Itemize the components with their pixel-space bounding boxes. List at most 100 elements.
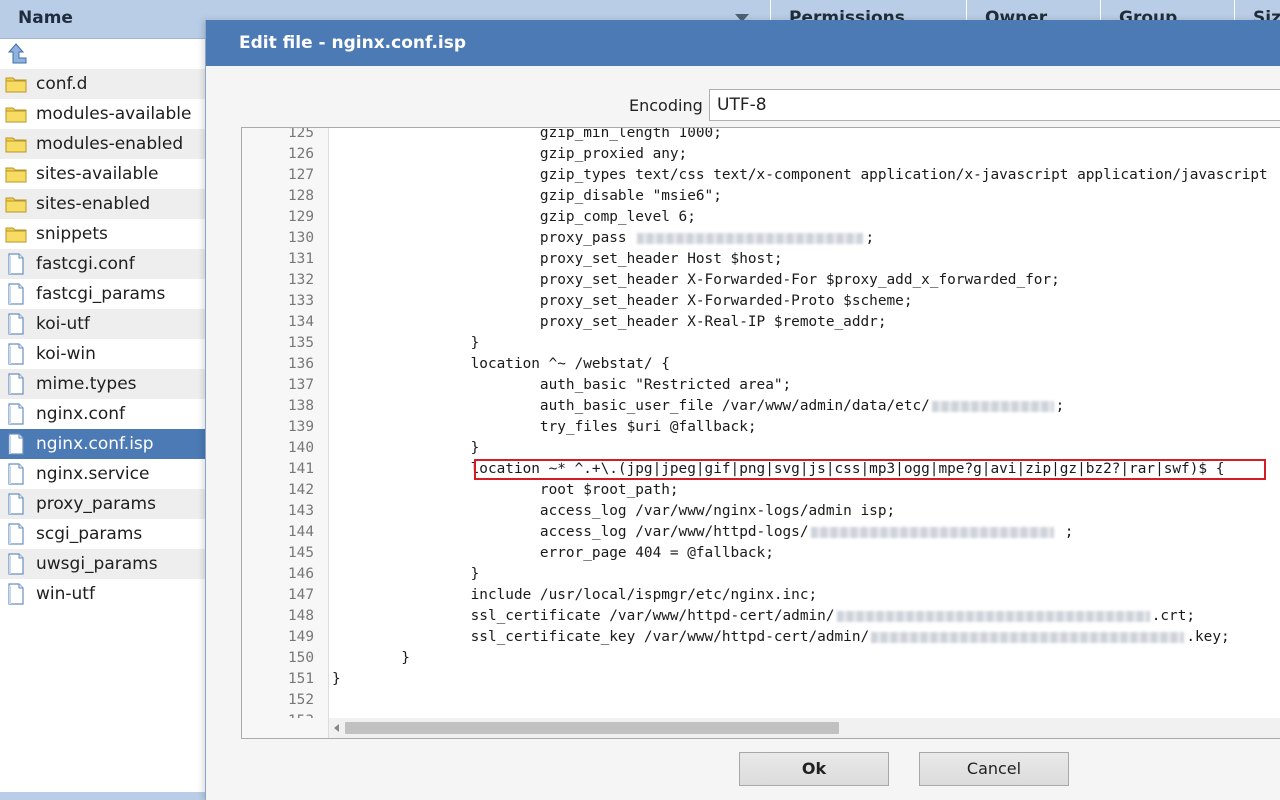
- parent-directory-row[interactable]: [0, 39, 205, 69]
- code-text: auth_basic "Restricted area";: [332, 377, 792, 393]
- code-line[interactable]: 130 proxy_pass ;: [242, 228, 1280, 249]
- line-number: 125: [288, 128, 314, 141]
- code-line[interactable]: 133 proxy_set_header X-Forwarded-Proto $…: [242, 291, 1280, 312]
- file-row[interactable]: nginx.service: [0, 459, 205, 489]
- code-line[interactable]: 142 root $root_path;: [242, 480, 1280, 501]
- line-number: 147: [288, 587, 314, 603]
- code-text: root $root_path;: [332, 482, 679, 498]
- scroll-left-icon[interactable]: [334, 724, 339, 732]
- redacted-text: [836, 610, 1150, 622]
- code-area[interactable]: 125 gzip_min_length 1000; 126 gzip_proxie…: [242, 128, 1280, 718]
- file-name: snippets: [36, 224, 108, 244]
- file-row[interactable]: scgi_params: [0, 519, 205, 549]
- file-row[interactable]: fastcgi_params: [0, 279, 205, 309]
- file-icon: [5, 583, 27, 605]
- code-line[interactable]: 153: [242, 711, 1280, 718]
- scrollbar-thumb[interactable]: [345, 722, 839, 734]
- code-line[interactable]: 128 gzip_disable "msie6";: [242, 186, 1280, 207]
- code-line[interactable]: 131 proxy_set_header Host $host;: [242, 249, 1280, 270]
- code-text: try_files $uri @fallback;: [332, 419, 757, 435]
- code-line[interactable]: 137 auth_basic "Restricted area";: [242, 375, 1280, 396]
- line-number: 150: [288, 650, 314, 666]
- up-arrow-icon: [5, 43, 27, 65]
- code-text: error_page 404 = @fallback;: [332, 545, 774, 561]
- code-text: }: [332, 650, 410, 666]
- line-number: 137: [288, 377, 314, 393]
- redacted-text: [871, 631, 1185, 643]
- code-line[interactable]: 151}: [242, 669, 1280, 690]
- file-row[interactable]: modules-available: [0, 99, 205, 129]
- code-line[interactable]: 148 ssl_certificate /var/www/httpd-cert/…: [242, 606, 1280, 627]
- file-icon: [5, 403, 27, 425]
- file-name: nginx.service: [36, 464, 150, 484]
- file-row[interactable]: modules-enabled: [0, 129, 205, 159]
- file-row[interactable]: sites-enabled: [0, 189, 205, 219]
- code-text: location ~* ^.+\.(jpg|jpeg|gif|png|svg|j…: [332, 461, 1225, 477]
- code-line[interactable]: 141 location ~* ^.+\.(jpg|jpeg|gif|png|s…: [242, 459, 1280, 480]
- file-row[interactable]: nginx.conf.isp: [0, 429, 205, 459]
- file-row[interactable]: koi-utf: [0, 309, 205, 339]
- file-row[interactable]: proxy_params: [0, 489, 205, 519]
- code-line[interactable]: 149 ssl_certificate_key /var/www/httpd-c…: [242, 627, 1280, 648]
- code-line[interactable]: 132 proxy_set_header X-Forwarded-For $pr…: [242, 270, 1280, 291]
- file-row[interactable]: mime.types: [0, 369, 205, 399]
- file-row[interactable]: win-utf: [0, 579, 205, 609]
- file-row[interactable]: koi-win: [0, 339, 205, 369]
- file-name: modules-available: [36, 104, 192, 124]
- code-editor[interactable]: 125 gzip_min_length 1000; 126 gzip_proxie…: [241, 127, 1280, 739]
- code-line[interactable]: 140 }: [242, 438, 1280, 459]
- code-line[interactable]: 126 gzip_proxied any;: [242, 144, 1280, 165]
- code-text: proxy_pass ;: [332, 230, 875, 246]
- file-name: nginx.conf: [36, 404, 126, 424]
- file-row[interactable]: conf.d: [0, 69, 205, 99]
- line-number: 145: [288, 545, 314, 561]
- file-row[interactable]: sites-available: [0, 159, 205, 189]
- code-text: proxy_set_header X-Forwarded-For $proxy_…: [332, 272, 1060, 288]
- file-name: sites-available: [36, 164, 159, 184]
- line-number: 134: [288, 314, 314, 330]
- file-name: sites-enabled: [36, 194, 151, 214]
- code-line[interactable]: 144 access_log /var/www/httpd-logs/ ;: [242, 522, 1280, 543]
- encoding-input[interactable]: [709, 89, 1280, 121]
- file-row[interactable]: snippets: [0, 219, 205, 249]
- code-line[interactable]: 129 gzip_comp_level 6;: [242, 207, 1280, 228]
- cancel-button[interactable]: Cancel: [919, 752, 1069, 786]
- ok-button[interactable]: Ok: [739, 752, 889, 786]
- file-icon: [5, 523, 27, 545]
- code-line[interactable]: 152: [242, 690, 1280, 711]
- file-name: conf.d: [36, 74, 88, 94]
- code-line[interactable]: 143 access_log /var/www/nginx-logs/admin…: [242, 501, 1280, 522]
- file-name: modules-enabled: [36, 134, 184, 154]
- code-line[interactable]: 139 try_files $uri @fallback;: [242, 417, 1280, 438]
- line-number: 144: [288, 524, 314, 540]
- file-icon: [5, 463, 27, 485]
- file-name: koi-win: [36, 344, 96, 364]
- file-icon: [5, 433, 27, 455]
- redacted-text: [810, 526, 1055, 538]
- code-line[interactable]: 145 error_page 404 = @fallback;: [242, 543, 1280, 564]
- code-line[interactable]: 146 }: [242, 564, 1280, 585]
- folder-icon: [5, 133, 27, 155]
- file-row[interactable]: uwsgi_params: [0, 549, 205, 579]
- code-line[interactable]: 150 }: [242, 648, 1280, 669]
- code-text: gzip_disable "msie6";: [332, 188, 722, 204]
- horizontal-scrollbar[interactable]: [329, 718, 1280, 738]
- file-row[interactable]: fastcgi.conf: [0, 249, 205, 279]
- code-line[interactable]: 127 gzip_types text/css text/x-component…: [242, 165, 1280, 186]
- redacted-text: [931, 400, 1054, 412]
- code-text: ssl_certificate_key /var/www/httpd-cert/…: [332, 629, 1230, 645]
- code-line[interactable]: 147 include /usr/local/ispmgr/etc/nginx.…: [242, 585, 1280, 606]
- code-text: }: [332, 566, 480, 582]
- line-number: 135: [288, 335, 314, 351]
- file-row[interactable]: nginx.conf: [0, 399, 205, 429]
- code-line[interactable]: 138 auth_basic_user_file /var/www/admin/…: [242, 396, 1280, 417]
- code-line[interactable]: 134 proxy_set_header X-Real-IP $remote_a…: [242, 312, 1280, 333]
- code-text: gzip_comp_level 6;: [332, 209, 696, 225]
- file-name: fastcgi_params: [36, 284, 166, 304]
- line-number: 132: [288, 272, 314, 288]
- code-line[interactable]: 136 location ^~ /webstat/ {: [242, 354, 1280, 375]
- code-line[interactable]: 135 }: [242, 333, 1280, 354]
- code-text: access_log /var/www/httpd-logs/ ;: [332, 524, 1074, 540]
- line-number: 133: [288, 293, 314, 309]
- code-line[interactable]: 125 gzip_min_length 1000;: [242, 128, 1280, 144]
